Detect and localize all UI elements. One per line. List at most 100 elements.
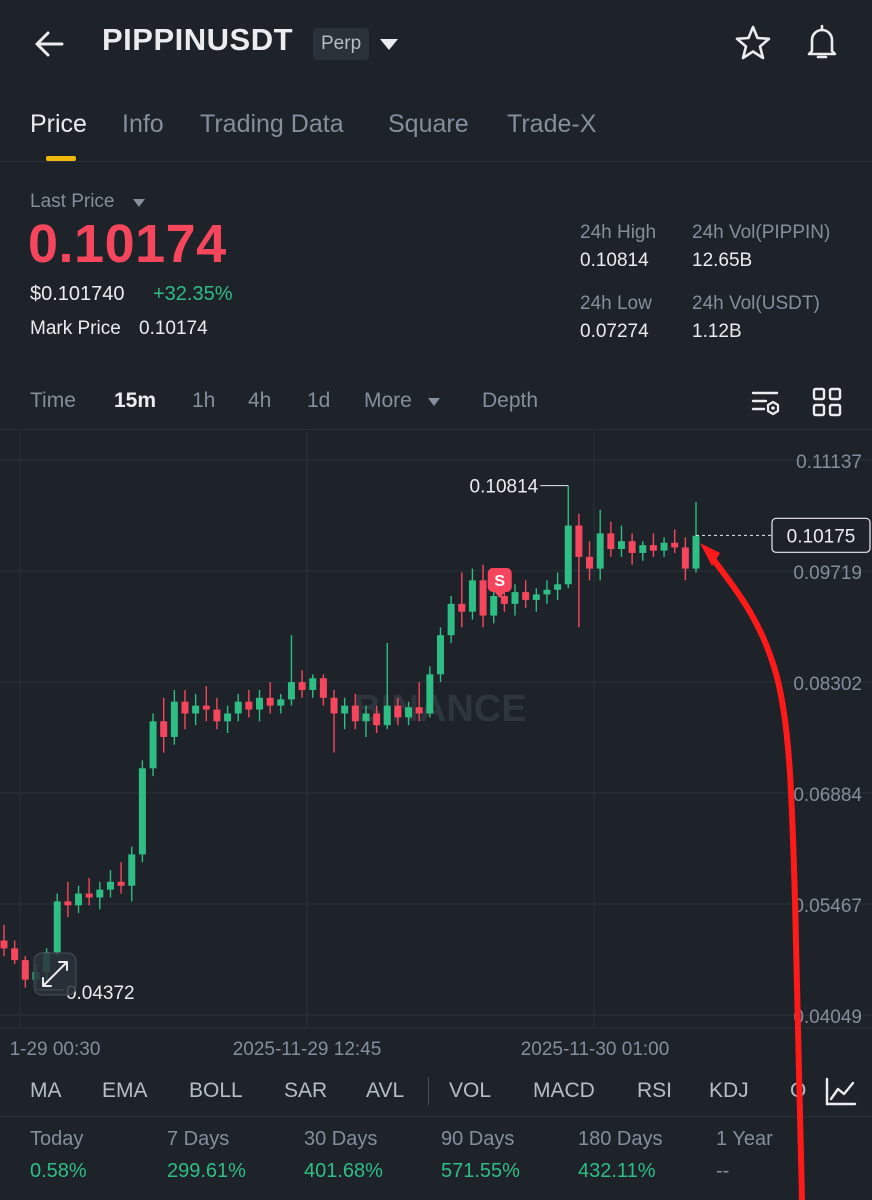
perf-value-90d: 571.55% [441,1160,520,1182]
perf-label-today: Today [30,1128,84,1150]
tab-trading-data[interactable]: Trading Data [200,110,344,139]
candle [75,885,83,914]
candle-body [596,533,604,569]
active-tab-indicator [46,156,76,161]
candlestick-chart[interactable]: BINANCE 0.11137 0.09719 0.08302 0.06884 0.05… [0,431,872,1071]
interval-more[interactable]: More [364,389,412,413]
candle-body [628,541,636,553]
performance-strip: Today 0.58% 7 Days 299.61% 30 Days 401.6… [0,1118,872,1200]
candle [511,584,519,616]
caret-down-icon[interactable] [132,198,146,208]
indicator-divider [428,1077,429,1105]
candle-body [85,893,93,898]
candle [85,877,93,906]
candle-body [0,940,8,949]
back-arrow-icon[interactable] [30,24,70,64]
candle-body [511,592,519,604]
last-price-value: 0.10174 [28,214,227,274]
indicator-macd[interactable]: MACD [533,1079,595,1103]
price-summary: Last Price 0.10174 $0.101740 +32.35% Mar… [0,163,872,378]
candle [149,713,157,777]
candle [224,705,232,734]
low-value: 0.07274 [580,321,649,342]
perf-value-180d: 432.11% [578,1160,656,1182]
candle [660,537,668,557]
perf-value-1y: -- [716,1160,730,1182]
candle-body [554,584,562,590]
interval-4h[interactable]: 4h [248,389,271,413]
caret-down-icon[interactable] [427,397,441,407]
candle [543,580,551,604]
candle-body [405,707,413,718]
candle [234,693,242,722]
indicator-boll[interactable]: BOLL [189,1079,243,1103]
candle [586,541,594,581]
indicator-vol[interactable]: VOL [449,1079,491,1103]
high-label: 24h High [580,222,657,243]
interval-time[interactable]: Time [30,389,76,413]
candle-body [362,713,370,722]
y-tick-label: 0.04049 [793,1007,862,1028]
candle [479,564,487,628]
interval-depth[interactable]: Depth [482,389,538,413]
indicator-avl[interactable]: AVL [366,1079,404,1103]
candle [181,689,189,730]
interval-15m[interactable]: 15m [114,389,156,413]
candle-body [138,768,146,855]
candle-body [532,594,540,600]
expand-icon[interactable] [33,952,77,996]
candle [522,580,530,608]
y-tick-label: 0.11137 [796,452,862,473]
indicator-kdj[interactable]: KDJ [709,1079,749,1103]
star-icon[interactable] [734,24,772,62]
indicator-more[interactable]: O [790,1079,806,1103]
candle [319,674,327,706]
interval-1h[interactable]: 1h [192,389,215,413]
bell-icon[interactable] [802,22,842,62]
candle [266,682,274,714]
high-value: 0.10814 [580,250,649,271]
candle-body [170,701,178,737]
tab-trade-x[interactable]: Trade-X [507,110,596,139]
candle [671,529,679,553]
current-price-label: 0.10175 [787,526,856,547]
tab-info[interactable]: Info [122,110,164,139]
chart-tools-icon[interactable] [822,1075,858,1109]
indicator-ma[interactable]: MA [30,1079,62,1103]
symbol-title[interactable]: PIPPINUSDT [102,22,293,58]
candle-body [75,893,83,906]
candle [649,533,657,557]
change-percent: +32.35% [153,283,233,305]
candle-body [234,701,242,714]
candle-body [607,533,615,550]
grid-layout-icon[interactable] [811,386,843,418]
last-price-label[interactable]: Last Price [30,191,114,213]
candle [681,537,689,581]
chevron-down-icon[interactable] [378,36,400,52]
candle-body [192,705,200,714]
indicator-ema[interactable]: EMA [102,1079,148,1103]
candle-body [681,547,689,569]
candle-body [319,678,327,698]
candle [192,693,200,726]
candle-body [117,881,125,886]
candle-body [277,699,285,706]
candle [11,940,19,965]
tab-price[interactable]: Price [30,110,87,139]
candle-body [383,705,391,726]
candle [383,642,391,730]
candle-body [575,525,583,557]
candle [96,881,104,910]
interval-1d[interactable]: 1d [307,389,330,413]
indicator-rsi[interactable]: RSI [637,1079,672,1103]
candle-body [692,535,700,569]
chart-settings-icon[interactable] [750,386,782,418]
mark-price-label: Mark Price [30,318,121,339]
perf-label-7d: 7 Days [167,1128,230,1150]
x-tick-label: 2025-11-29 12:45 [233,1039,382,1060]
candle [245,689,253,718]
candle-body [245,701,253,710]
indicator-sar[interactable]: SAR [284,1079,327,1103]
chart-canvas[interactable]: BINANCE 0.111370.097190.083020.068840.05… [0,431,872,1071]
tab-square[interactable]: Square [388,110,469,139]
